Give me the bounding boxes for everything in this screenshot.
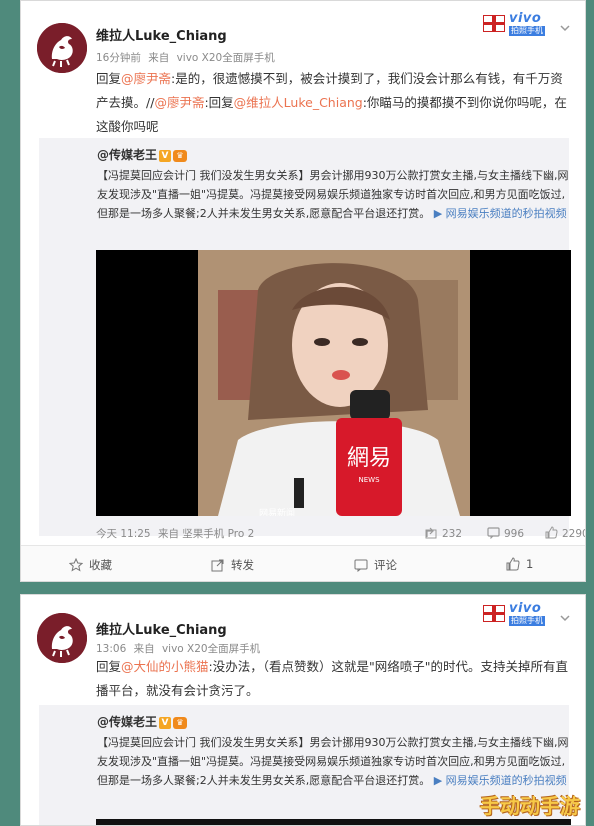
vivo-badge[interactable]: vivo 拍照手机 [483,11,549,37]
original-author-name[interactable]: @传媒老王 [97,148,157,162]
post-text: 回复@廖尹斋:是的，很遗憾摸不到，被会计摸到了，我们没会计那么有钱，有千万资产去… [96,67,571,139]
share-icon [425,527,437,539]
crown-icon: ♛ [173,716,188,729]
post-source[interactable]: vivo X20全面屏手机 [177,52,275,64]
vivo-logo: vivo [509,601,542,616]
comment-icon [487,527,500,540]
vivo-badge[interactable]: vivo 拍照手机 [483,601,549,627]
video-player[interactable]: 網易 NEWS 网易新闻 [96,250,571,516]
verified-icon: V [159,149,172,162]
crown-icon: ♛ [173,149,188,162]
repost-count[interactable]: 232 [425,526,462,540]
avatar[interactable] [37,613,87,663]
repost-time[interactable]: 今天 11:25 [96,528,151,540]
chevron-down-icon[interactable] [559,609,571,622]
svg-text:NEWS: NEWS [358,476,380,484]
mention-link[interactable]: @廖尹斋 [154,95,204,110]
favorite-label: 收藏 [89,558,112,572]
like-label: 1 [526,557,534,571]
repost-text: 【冯提莫回应会计门 我们没发生男女关系】男会计挪用930万公款打赏女主播,与女主… [97,733,571,790]
mention-link[interactable]: @大仙的小熊猫 [121,659,209,674]
video-frame-illustration: 網易 NEWS [198,250,470,516]
verified-icon: V [159,716,172,729]
mention-link[interactable]: @廖尹斋 [121,71,171,86]
star-icon [68,557,84,572]
repost-meta: 今天 11:25 来自 坚果手机 Pro 2 [96,526,258,541]
post-source[interactable]: vivo X20全面屏手机 [162,643,260,655]
text-segment: 回复 [96,659,122,674]
flag-icon [483,15,505,32]
video-thumbnail: 網易 NEWS [198,250,470,516]
original-author[interactable]: @传媒老王 V ♛ [97,146,188,163]
comment-count-value: 996 [504,528,525,540]
favorite-button[interactable]: 收藏 [68,557,112,573]
like-button[interactable]: 1 [506,557,533,571]
vivo-sub-label: 拍照手机 [509,616,545,626]
comment-button[interactable]: 评论 [354,557,397,573]
forward-button[interactable]: 转发 [211,557,254,573]
video-link-label: 网易娱乐频道的秒拍视频 [445,774,567,787]
original-author-name[interactable]: @传媒老王 [97,715,157,729]
forward-label: 转发 [231,558,254,572]
repost-source[interactable]: 来自 坚果手机 Pro 2 [158,528,254,540]
video-link-label: 网易娱乐频道的秒拍视频 [445,207,567,220]
griffin-crest-icon [37,23,87,73]
video-link[interactable]: ▶ 网易娱乐频道的秒拍视频 [434,207,567,220]
post-meta: 13:06 来自 vivo X20全面屏手机 [96,641,264,656]
thumbs-up-icon [506,557,520,571]
post-time[interactable]: 16分钟前 [96,52,141,64]
site-watermark: 手动动手游 [480,794,580,818]
username[interactable]: 维拉人Luke_Chiang [96,25,227,44]
repost-count-value: 232 [442,528,463,540]
comment-icon [354,559,368,573]
source-prefix: 来自 [133,643,155,655]
vivo-sub-label: 拍照手机 [509,26,545,36]
post-time[interactable]: 13:06 [96,643,126,655]
text-segment: 回复 [96,71,122,86]
flag-icon [483,605,505,622]
like-count[interactable]: 2290 [545,526,585,540]
action-bar: 收藏 转发 评论 1 [21,545,585,581]
chevron-down-icon[interactable] [559,19,571,32]
video-player[interactable] [96,819,571,825]
mention-link[interactable]: @维拉人Luke_Chiang [234,95,363,110]
post-meta: 16分钟前 来自 vivo X20全面屏手机 [96,50,279,65]
original-author[interactable]: @传媒老王 V ♛ [97,713,188,730]
thumbs-up-icon [545,526,558,539]
comment-count[interactable]: 996 [487,526,524,540]
griffin-crest-icon [37,613,87,663]
post-text: 回复@大仙的小熊猫:没办法，（看点赞数）这就是"网络喷子"的时代。支持关掉所有直… [96,655,571,703]
vivo-logo: vivo [509,11,542,26]
like-count-value: 2290 [562,528,585,540]
repost-text: 【冯提莫回应会计门 我们没发生男女关系】男会计挪用930万公款打赏女主播,与女主… [97,166,571,223]
svg-text:網易: 網易 [347,446,391,471]
video-source-label: 网易新闻 [259,509,296,516]
video-link[interactable]: ▶ 网易娱乐频道的秒拍视频 [434,774,567,787]
text-segment: :回复 [204,95,234,110]
source-prefix: 来自 [148,52,170,64]
username[interactable]: 维拉人Luke_Chiang [96,619,227,638]
weibo-post-card-1: 维拉人Luke_Chiang 16分钟前 来自 vivo X20全面屏手机 vi… [20,0,586,582]
share-icon [211,559,224,572]
avatar[interactable] [37,23,87,73]
comment-label: 评论 [374,558,397,572]
